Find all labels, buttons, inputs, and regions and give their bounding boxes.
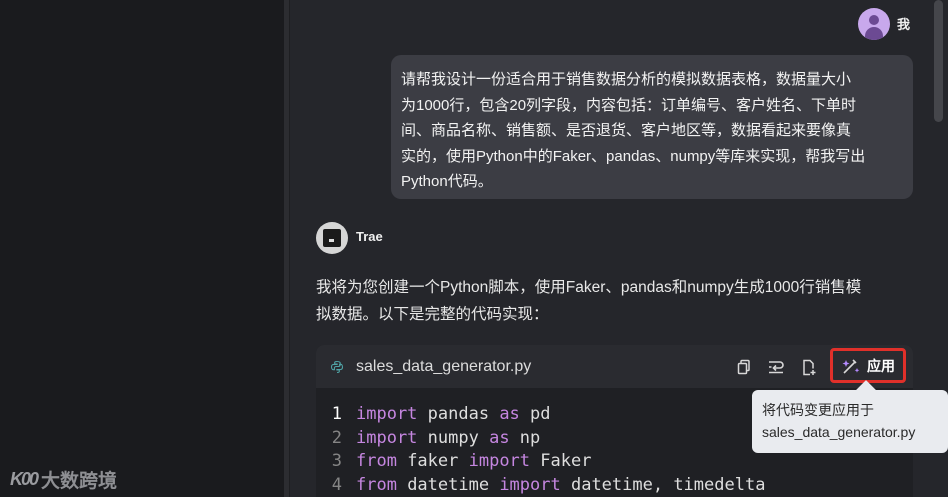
left-panel: [0, 0, 284, 497]
panel-divider[interactable]: [284, 0, 290, 497]
code-text: datetime, timedelta: [560, 474, 766, 495]
add-file-icon[interactable]: [799, 357, 819, 377]
copy-icon[interactable]: [734, 357, 754, 377]
line-number: 2: [331, 427, 342, 448]
insert-icon[interactable]: [766, 357, 786, 377]
code-keyword: as: [489, 427, 510, 448]
line-number: 4: [331, 474, 342, 495]
code-keyword: import: [356, 403, 418, 424]
assistant-intro: 我将为您创建一个Python脚本，使用Faker、pandas和numpy生成1…: [316, 274, 916, 328]
line-number: 1: [331, 403, 342, 424]
code-keyword: import: [499, 474, 561, 495]
scrollbar-thumb[interactable]: [934, 0, 943, 122]
user-message-line: 为1000行，包含20列字段，内容包括：订单编号、客户姓名、下单时: [401, 96, 857, 114]
code-keyword: from: [356, 451, 397, 472]
code-text: np: [509, 427, 541, 448]
code-text: Faker: [530, 451, 592, 472]
tooltip-filename: sales_data_generator.py: [762, 424, 916, 440]
code-keyword: from: [356, 474, 397, 495]
code-filename: sales_data_generator.py: [356, 357, 532, 375]
apply-button-label: 应用: [867, 357, 895, 374]
code-text: pandas: [417, 403, 500, 424]
code-keyword: as: [499, 403, 520, 424]
user-message-bubble: 请帮我设计一份适合用于销售数据分析的模拟数据表格，数据量大小 为1000行，包含…: [391, 55, 913, 199]
apply-button[interactable]: 应用: [830, 348, 906, 383]
user-name: 我: [897, 17, 911, 32]
code-keyword: import: [356, 427, 418, 448]
user-message-line: 请帮我设计一份适合用于销售数据分析的模拟数据表格，数据量大小: [401, 71, 852, 88]
line-number: 3: [331, 451, 342, 472]
assistant-intro-line: 我将为您创建一个Python脚本，使用Faker、pandas和numpy生成1…: [316, 279, 862, 296]
user-message-line: 间、商品名称、销售额、是否退货、客户地区等，数据看起来要像真: [401, 122, 852, 139]
apply-icon: [842, 358, 860, 374]
code-keyword: import: [468, 451, 531, 472]
python-file-icon: [330, 360, 344, 374]
code-text: pd: [519, 403, 551, 424]
assistant-avatar: [316, 222, 348, 254]
apply-tooltip: 将代码变更应用于 sales_data_generator.py: [752, 390, 948, 453]
assistant-intro-line: 拟数据。以下是完整的代码实现：: [316, 306, 549, 323]
code-text: numpy: [417, 427, 490, 448]
code-text: datetime: [396, 474, 500, 495]
tooltip-line: 将代码变更应用于: [762, 402, 874, 418]
user-message-line: 实的，使用Python中的Faker、pandas、numpy等库来实现，帮我写…: [401, 147, 866, 165]
user-avatar: [858, 8, 890, 40]
assistant-name: Trae: [356, 229, 383, 244]
code-text: faker: [396, 451, 469, 472]
user-message-line: Python代码。: [401, 173, 493, 190]
code-line: 4 from datetime import datetime, timedel…: [316, 473, 913, 497]
code-block-header: sales_data_generator.py 应用: [316, 345, 913, 388]
watermark-text: 大数跨境: [41, 471, 118, 492]
watermark: K00 大数跨境: [10, 466, 117, 493]
watermark-logo: K00: [10, 469, 39, 489]
